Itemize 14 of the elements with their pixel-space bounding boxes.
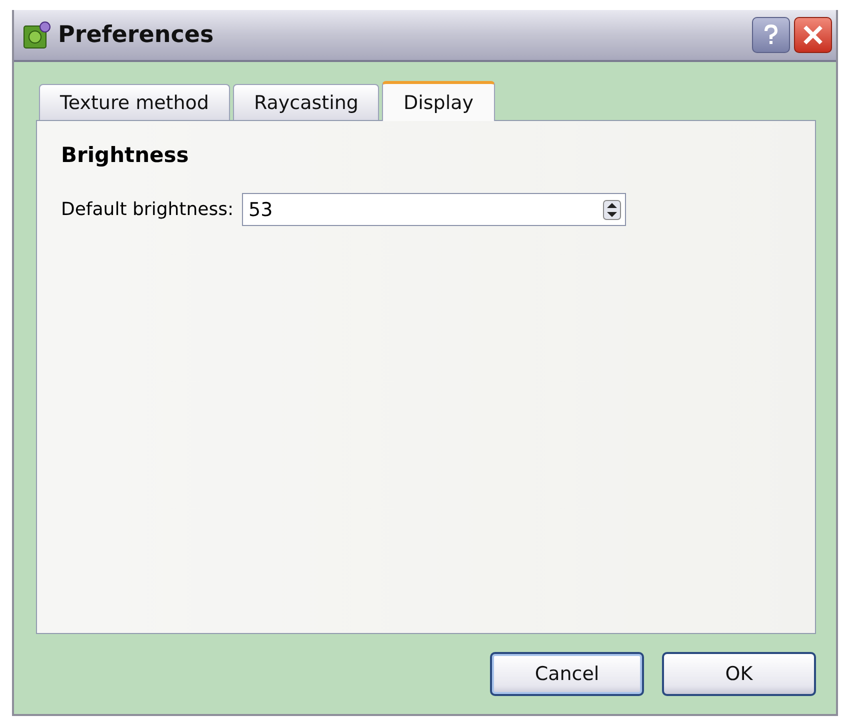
dialog-button[interactable]: Cancel — [490, 652, 644, 696]
spinner-arrows-icon[interactable] — [602, 200, 621, 220]
help-button[interactable] — [752, 17, 790, 53]
dialog-button[interactable]: OK — [662, 652, 816, 696]
field-label: Default brightness: — [61, 199, 234, 220]
section-heading: Brightness — [61, 143, 190, 167]
app-icon — [22, 20, 52, 50]
tab[interactable]: Raycasting — [232, 84, 380, 120]
tab[interactable]: Display — [382, 81, 495, 121]
tab[interactable]: Texture method — [39, 84, 230, 120]
spin-box[interactable]: 53 — [242, 193, 626, 226]
window-title: Preferences — [58, 22, 215, 48]
close-button[interactable] — [794, 17, 832, 53]
close-icon — [802, 24, 824, 46]
